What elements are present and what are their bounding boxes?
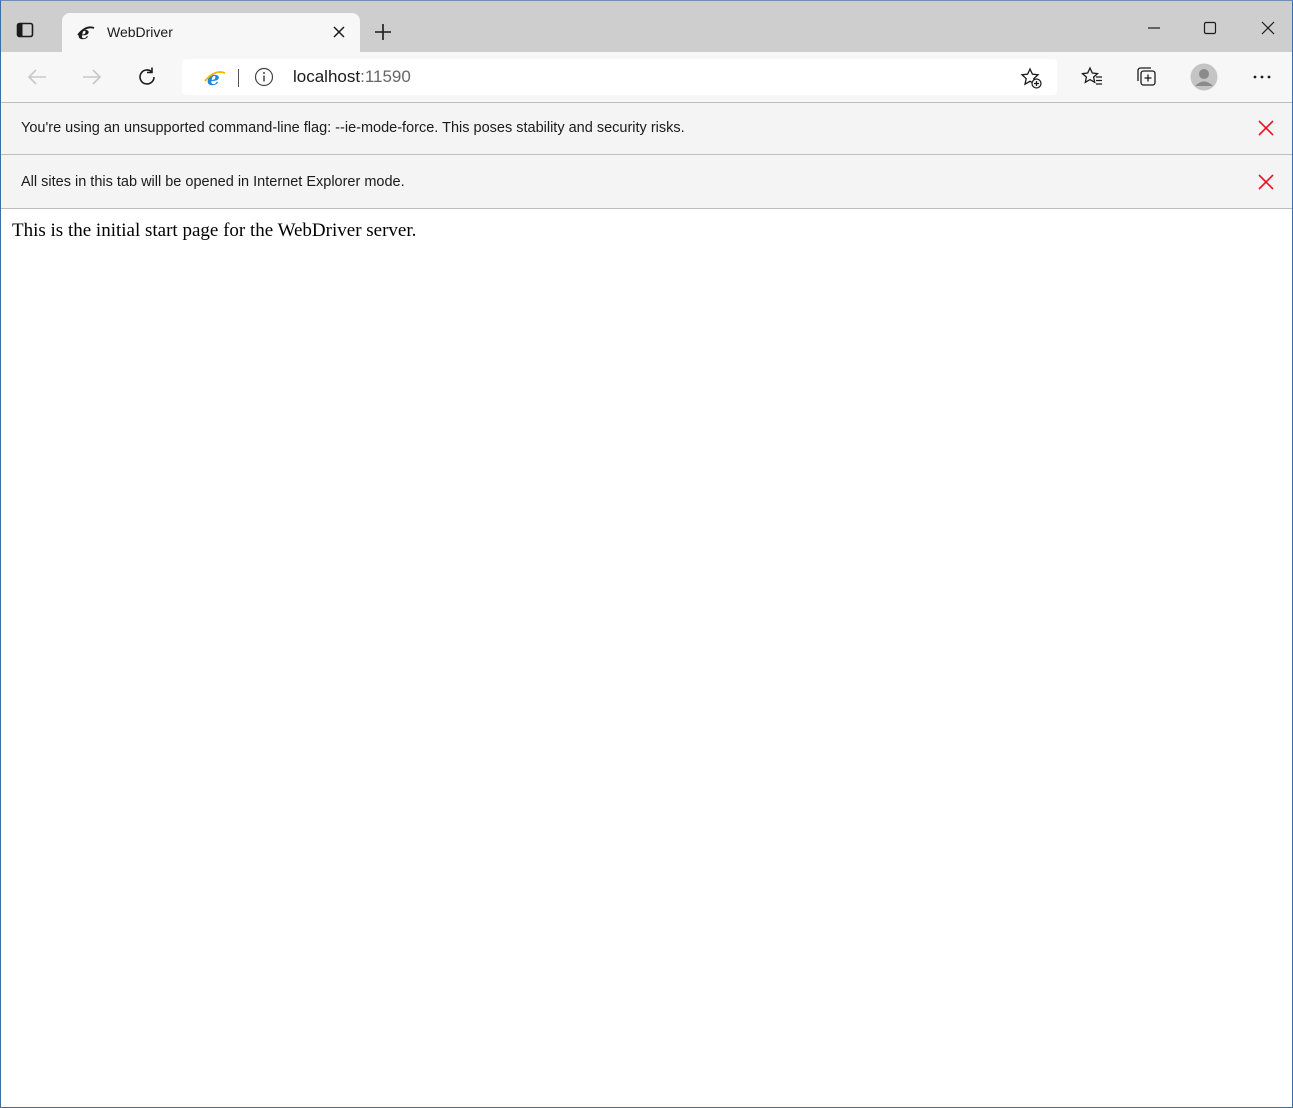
forward-button[interactable] — [77, 62, 107, 92]
plus-icon — [375, 24, 391, 40]
tab-actions-icon — [16, 22, 34, 38]
refresh-button[interactable] — [132, 62, 162, 92]
new-tab-button[interactable] — [370, 19, 396, 45]
info-icon[interactable] — [254, 67, 274, 87]
favorites-button[interactable] — [1077, 62, 1107, 92]
maximize-button[interactable] — [1196, 14, 1224, 42]
close-window-button[interactable] — [1254, 14, 1282, 42]
back-arrow-icon — [27, 69, 46, 85]
url-port: :11590 — [360, 67, 411, 86]
profile-button[interactable] — [1189, 62, 1219, 92]
tab-strip: e WebDriver — [1, 1, 1292, 52]
close-icon — [1261, 21, 1275, 35]
ie-mode-icon: e — [204, 67, 226, 89]
address-bar[interactable]: e localhost:11590 — [182, 59, 1057, 95]
minimize-icon — [1148, 27, 1160, 29]
navigation-toolbar: e localhost:11590 — [1, 52, 1292, 102]
collections-button[interactable] — [1132, 62, 1162, 92]
profile-avatar-icon — [1190, 63, 1218, 91]
page-body-text: This is the initial start page for the W… — [12, 220, 417, 241]
maximize-icon — [1203, 21, 1217, 35]
close-icon — [333, 26, 345, 38]
divider — [1, 208, 1292, 209]
unsupported-flag-infobar: You're using an unsupported command-line… — [1, 102, 1292, 154]
ie-mode-infobar: All sites in this tab will be opened in … — [1, 154, 1292, 208]
url-host: localhost — [293, 67, 361, 86]
tab-title: WebDriver — [107, 24, 173, 40]
forward-arrow-icon — [83, 69, 102, 85]
add-favorite-icon[interactable] — [1019, 66, 1043, 90]
tab-close-button[interactable] — [330, 23, 348, 41]
more-button[interactable] — [1247, 62, 1277, 92]
infobar-close-button[interactable] — [1256, 118, 1276, 138]
close-icon — [1258, 174, 1274, 190]
favorites-icon — [1080, 66, 1102, 85]
infobar-message: You're using an unsupported command-line… — [21, 120, 685, 136]
tab-actions-button[interactable] — [13, 18, 37, 42]
close-icon — [1258, 120, 1274, 136]
collections-icon — [1137, 67, 1156, 86]
infobar-message: All sites in this tab will be opened in … — [21, 174, 405, 190]
tab-webdriver[interactable]: e WebDriver — [62, 13, 360, 52]
infobar-close-button[interactable] — [1256, 172, 1276, 192]
ie-favicon-icon: e — [77, 23, 95, 43]
back-button[interactable] — [22, 62, 52, 92]
refresh-icon — [139, 67, 155, 85]
url-text[interactable]: localhost:11590 — [293, 67, 411, 87]
browser-window: e WebDriver e localhost:11590 You're usi… — [0, 0, 1293, 1108]
more-icon — [1253, 75, 1271, 79]
minimize-button[interactable] — [1140, 14, 1168, 42]
separator — [238, 69, 239, 87]
